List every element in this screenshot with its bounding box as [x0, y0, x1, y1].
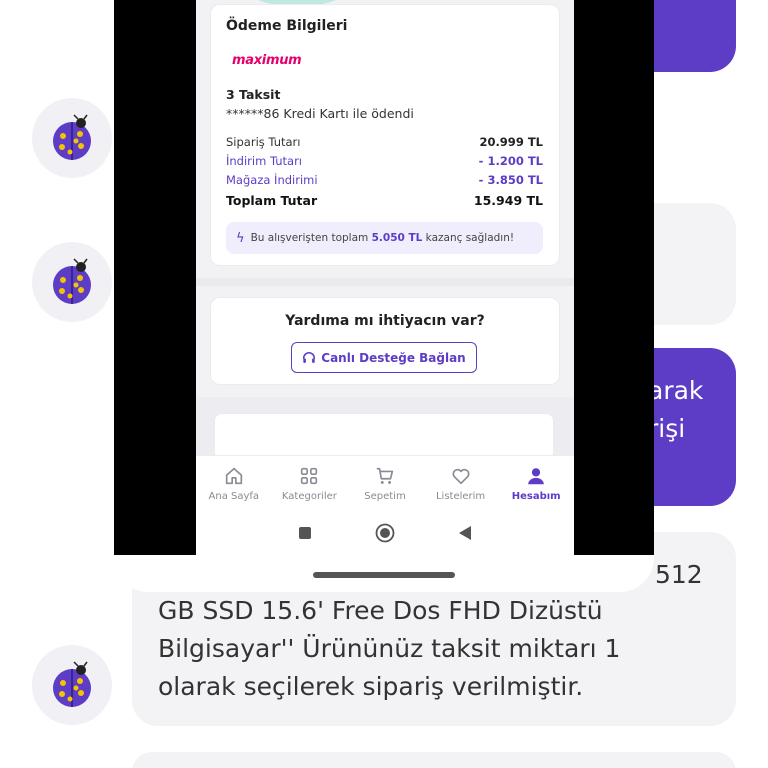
row-value: 20.999 TL [479, 135, 543, 149]
phone-screen: Ödeme Bilgileri maximum 3 Taksit ******8… [196, 0, 574, 555]
nav-home[interactable]: Ana Sayfa [196, 456, 272, 511]
chat-bot-message-line4: olarak seçilerek sipariş verilmiştir. [158, 672, 584, 701]
row-label: İndirim Tutarı [226, 154, 303, 168]
user-icon [528, 468, 544, 485]
savings-amount: 5.050 TL [371, 232, 423, 244]
nav-account[interactable]: Hesabım [498, 456, 574, 511]
store-discount-row: Mağaza İndirimi - 3.850 TL [226, 173, 543, 187]
home-icon [225, 467, 242, 485]
total-value: 15.949 TL [473, 193, 543, 208]
card-info-text: ******86 Kredi Kartı ile ödendi [226, 106, 414, 121]
nav-categories[interactable]: Kategoriler [272, 456, 348, 511]
ladybug-icon [53, 258, 91, 304]
chat-bot-message-tail: 512 [655, 560, 703, 589]
grid-icon [301, 467, 318, 485]
phone-bezel-left [114, 0, 196, 555]
ladybug-icon [53, 661, 91, 707]
savings-banner: ϟ Bu alışverişten toplam 5.050 TL kazanç… [226, 222, 543, 254]
live-support-label: Canlı Desteğe Bağlan [321, 350, 466, 365]
savings-prefix: Bu alışverişten toplam [250, 232, 369, 244]
headset-icon [303, 351, 316, 363]
row-value: - 3.850 TL [478, 173, 543, 187]
bot-avatar [32, 242, 112, 322]
order-amount-row: Sipariş Tutarı 20.999 TL [226, 135, 543, 149]
cart-icon [376, 467, 394, 484]
row-value: - 1.200 TL [478, 154, 543, 168]
bolt-icon: ϟ [236, 230, 245, 246]
chat-bot-message-line3: Bilgisayar'' Ürününüz taksit miktarı 1 [158, 634, 621, 663]
heart-icon [452, 468, 470, 485]
nav-cart[interactable]: Sepetim [347, 456, 423, 511]
total-label: Toplam Tutar [226, 193, 318, 208]
maximum-logo: maximum [232, 53, 302, 68]
recents-icon[interactable] [298, 526, 312, 540]
help-title: Yardıma mı ihtiyacın var? [285, 313, 485, 329]
system-nav-bar [196, 511, 574, 555]
section-divider [196, 278, 574, 286]
home-indicator [313, 572, 455, 578]
discount-row: İndirim Tutarı - 1.200 TL [226, 154, 543, 168]
back-icon[interactable] [458, 525, 472, 541]
total-row: Toplam Tutar 15.949 TL [226, 193, 543, 208]
nav-label: Ana Sayfa [208, 491, 260, 502]
home-button-icon[interactable] [375, 523, 395, 543]
bottom-nav: Ana Sayfa Kategoriler Sepetim Listelerim… [196, 455, 574, 511]
live-support-button[interactable]: Canlı Desteğe Bağlan [291, 342, 477, 373]
chat-bot-message-line2: GB SSD 15.6' Free Dos FHD Dizüstü [158, 596, 603, 625]
phone-bezel-right [574, 0, 654, 555]
bot-avatar [32, 98, 112, 178]
nav-label: Hesabım [511, 491, 561, 502]
nav-lists[interactable]: Listelerim [423, 456, 499, 511]
savings-suffix: kazanç sağladın! [425, 232, 515, 244]
nav-label: Sepetim [364, 491, 406, 502]
ladybug-icon [53, 114, 91, 160]
nav-label: Listelerim [435, 491, 486, 502]
payment-title: Ödeme Bilgileri [226, 18, 348, 34]
chat-bubble-bot-next [132, 752, 736, 768]
chat-user-mid-line1: arak [648, 376, 704, 405]
nav-label: Kategoriler [281, 491, 337, 502]
bot-avatar [32, 645, 112, 725]
installment-text: 3 Taksit [226, 87, 281, 102]
row-label: Sipariş Tutarı [226, 135, 301, 149]
row-label: Mağaza İndirimi [226, 173, 318, 187]
